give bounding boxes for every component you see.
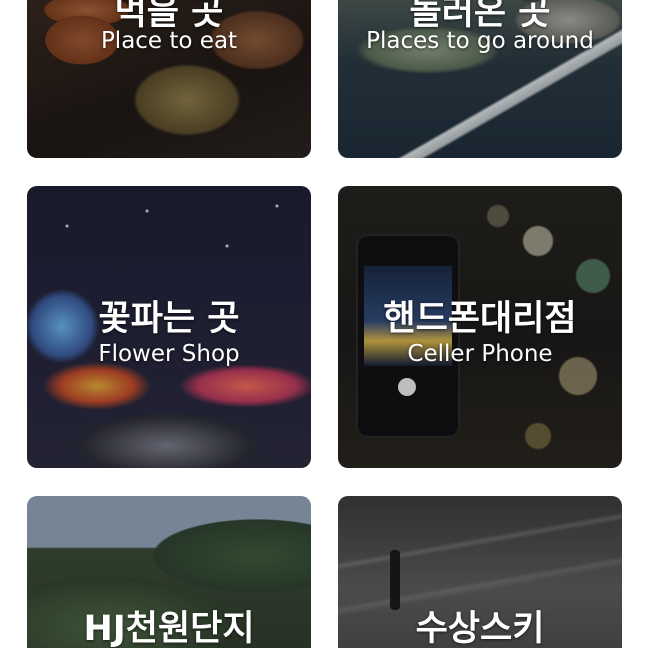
card-hj-cheonwon-danji[interactable]: HJ천원단지 bbox=[27, 496, 311, 648]
card-title-en: Place to eat bbox=[100, 28, 238, 54]
card-place-to-eat[interactable]: 먹을 곳 Place to eat bbox=[27, 0, 311, 158]
card-celler-phone[interactable]: 핸드폰대리점 Celler Phone bbox=[338, 186, 622, 468]
card-title-en: Flower Shop bbox=[98, 341, 240, 367]
card-title-ko: HJ천원단지 bbox=[83, 609, 255, 648]
card-water-ski[interactable]: 수상스키 bbox=[338, 496, 622, 648]
card-flower-shop[interactable]: 꽃파는 곳 Flower Shop bbox=[27, 186, 311, 468]
card-title-en: Places to go around bbox=[366, 28, 594, 54]
card-title-en: Celler Phone bbox=[407, 341, 553, 367]
card-places-to-go-around[interactable]: 놀러온 곳 Places to go around bbox=[338, 0, 622, 158]
card-title-ko: 꽃파는 곳 bbox=[98, 299, 240, 339]
card-title-ko: 수상스키 bbox=[415, 609, 545, 648]
card-title-ko: 핸드폰대리점 bbox=[383, 299, 577, 339]
category-grid: 먹을 곳 Place to eat 놀러온 곳 Places to go aro… bbox=[0, 0, 648, 648]
